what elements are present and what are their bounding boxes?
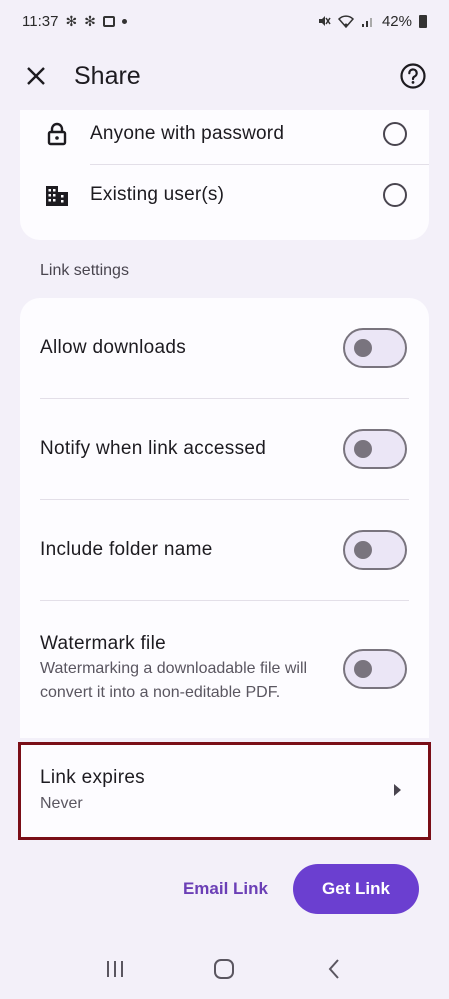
status-right: 42% <box>317 13 427 30</box>
lock-icon <box>42 119 72 149</box>
close-icon <box>27 67 45 85</box>
divider <box>40 499 409 500</box>
status-bar: 11:37 ✻ ✻ 42% <box>0 0 449 42</box>
radio-button[interactable] <box>383 183 407 207</box>
get-link-button[interactable]: Get Link <box>293 864 419 914</box>
wifi-icon <box>337 14 354 28</box>
battery-percent: 42% <box>381 12 412 30</box>
setting-watermark-file[interactable]: Watermark file Watermarking a downloadab… <box>20 616 429 722</box>
link-settings-card: Allow downloads Notify when link accesse… <box>20 298 429 738</box>
signal-icon <box>361 17 372 27</box>
access-option-label: Existing user(s) <box>90 184 225 205</box>
action-bar: Email Link Get Link <box>0 840 449 938</box>
setting-label: Allow downloads <box>40 337 187 358</box>
status-left: 11:37 ✻ ✻ <box>22 13 127 30</box>
setting-include-folder-name[interactable]: Include folder name <box>20 520 429 580</box>
toggle-knob <box>354 440 372 458</box>
section-label-link-settings: Link settings <box>40 262 129 279</box>
access-option-label: Anyone with password <box>90 123 285 144</box>
app-bar: Share <box>0 42 449 110</box>
share-screen: 11:37 ✻ ✻ 42% Share Anyone with password… <box>0 0 449 999</box>
building-icon <box>42 180 72 210</box>
close-button[interactable] <box>18 58 54 94</box>
link-expires-label: Link expires <box>40 767 145 788</box>
watermark-file-toggle[interactable] <box>343 649 407 689</box>
recent-apps-icon <box>106 960 123 977</box>
recent-apps-button[interactable] <box>95 949 135 989</box>
divider <box>40 600 409 601</box>
status-time: 11:37 <box>22 12 59 30</box>
back-icon <box>328 958 339 979</box>
link-expires-value: Never <box>40 795 83 812</box>
toggle-knob <box>354 541 372 559</box>
back-button[interactable] <box>314 949 354 989</box>
setting-label: Include folder name <box>40 539 213 560</box>
setting-notify-access[interactable]: Notify when link accessed <box>20 419 429 479</box>
include-folder-name-toggle[interactable] <box>343 530 407 570</box>
notification-dot-icon <box>121 18 127 24</box>
access-option-existing-users[interactable]: Existing user(s) <box>20 165 429 225</box>
setting-label: Notify when link accessed <box>40 438 267 459</box>
setting-allow-downloads[interactable]: Allow downloads <box>20 318 429 378</box>
radio-button[interactable] <box>383 122 407 146</box>
access-option-password[interactable]: Anyone with password <box>20 110 429 164</box>
email-link-button[interactable]: Email Link <box>183 879 268 899</box>
asterisk-icon: ✻ <box>65 12 78 29</box>
allow-downloads-toggle[interactable] <box>343 328 407 368</box>
expiry-row: Link expires Never <box>20 767 429 813</box>
notify-access-toggle[interactable] <box>343 429 407 469</box>
help-icon <box>400 63 426 89</box>
setting-text: Allow downloads <box>40 337 343 359</box>
mute-icon <box>318 16 331 26</box>
system-nav-bar <box>0 938 449 999</box>
divider <box>40 398 409 399</box>
setting-label: Watermark file <box>40 633 166 654</box>
scroll-content[interactable]: Anyone with password Existing user(s) Li… <box>0 110 449 840</box>
setting-text: Notify when link accessed <box>40 438 343 460</box>
access-options-card: Anyone with password Existing user(s) <box>20 110 429 240</box>
expiry-text: Link expires Never <box>40 767 394 813</box>
home-icon <box>214 958 235 979</box>
page-title: Share <box>74 61 141 90</box>
image-icon <box>102 15 115 27</box>
toggle-knob <box>354 660 372 678</box>
battery-icon <box>419 14 427 28</box>
link-expires-row[interactable]: Link expires Never <box>20 742 429 838</box>
setting-text: Watermark file Watermarking a downloadab… <box>40 633 343 705</box>
asterisk-icon: ✻ <box>84 12 96 29</box>
help-button[interactable] <box>395 58 431 94</box>
toggle-knob <box>354 339 372 357</box>
setting-text: Include folder name <box>40 539 343 561</box>
setting-description: Watermarking a downloadable file will co… <box>40 660 308 701</box>
home-button[interactable] <box>204 949 244 989</box>
chevron-right-icon <box>394 784 401 796</box>
